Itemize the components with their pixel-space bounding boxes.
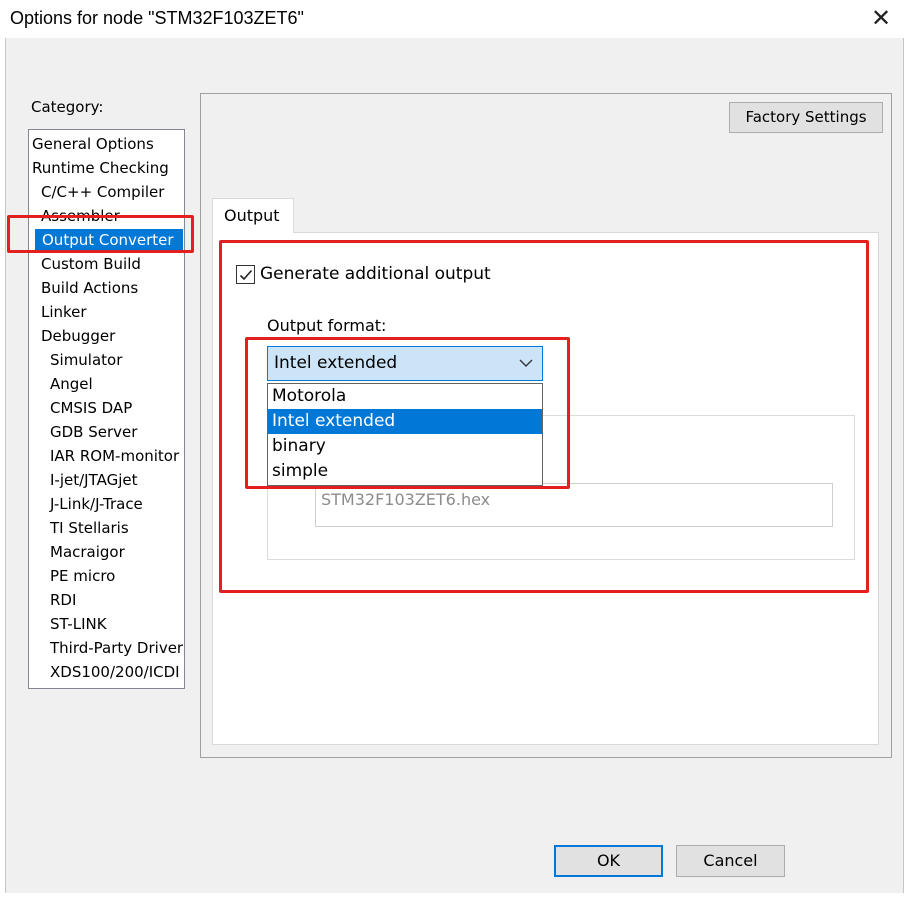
- ok-button[interactable]: OK: [554, 845, 663, 877]
- category-item[interactable]: TI Stellaris: [50, 517, 129, 539]
- category-label: Category:: [31, 98, 104, 116]
- checkmark-icon: [239, 269, 253, 281]
- window-border-right: [903, 38, 904, 893]
- category-item[interactable]: ST-LINK: [50, 613, 107, 635]
- generate-output-label[interactable]: Generate additional output: [260, 264, 491, 284]
- annotation-highlight-category: [7, 215, 194, 253]
- category-item[interactable]: CMSIS DAP: [50, 397, 132, 419]
- category-item[interactable]: Build Actions: [41, 277, 138, 299]
- category-item[interactable]: I-jet/JTAGjet: [50, 469, 138, 491]
- category-item[interactable]: J-Link/J-Trace: [50, 493, 143, 515]
- output-format-label: Output format:: [267, 316, 387, 335]
- close-icon[interactable]: ✕: [870, 6, 892, 30]
- category-item[interactable]: PE micro: [50, 565, 115, 587]
- category-item[interactable]: Simulator: [50, 349, 122, 371]
- tab-output[interactable]: Output: [212, 198, 294, 233]
- category-item[interactable]: Debugger: [41, 325, 115, 347]
- category-item[interactable]: XDS100/200/ICDI: [50, 661, 180, 683]
- category-item[interactable]: RDI: [50, 589, 76, 611]
- output-file-field[interactable]: STM32F103ZET6.hex: [315, 483, 833, 527]
- window-title: Options for node "STM32F103ZET6": [10, 8, 304, 28]
- category-list[interactable]: General Options Runtime Checking C/C++ Com…: [28, 129, 185, 689]
- annotation-highlight-output-format: [245, 337, 570, 489]
- cancel-button[interactable]: Cancel: [676, 845, 785, 877]
- factory-settings-button[interactable]: Factory Settings: [729, 102, 883, 133]
- category-item[interactable]: Angel: [50, 373, 93, 395]
- category-item[interactable]: IAR ROM-monitor: [50, 445, 179, 467]
- window-border-left: [5, 38, 6, 893]
- category-item[interactable]: Macraigor: [50, 541, 125, 563]
- category-item[interactable]: Linker: [41, 301, 87, 323]
- category-item[interactable]: Custom Build: [41, 253, 141, 275]
- category-item[interactable]: Third-Party Driver: [50, 637, 183, 659]
- title-bar: Options for node "STM32F103ZET6" ✕: [0, 0, 909, 38]
- category-item[interactable]: C/C++ Compiler: [41, 181, 164, 203]
- category-item[interactable]: General Options: [32, 133, 154, 155]
- category-item[interactable]: Runtime Checking: [32, 157, 169, 179]
- generate-output-checkbox[interactable]: [236, 265, 255, 284]
- category-item[interactable]: GDB Server: [50, 421, 137, 443]
